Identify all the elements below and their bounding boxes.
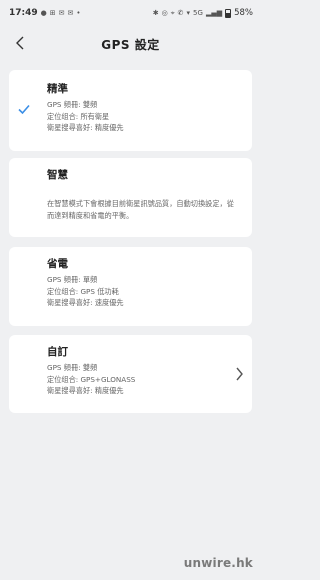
status-bar-left: 17:49 ● ⊞ ✉ ✉ • <box>9 8 81 18</box>
wifi-icon: ▾ <box>186 9 191 17</box>
back-button[interactable] <box>10 33 30 53</box>
option-detail-line: 定位组合: 所有衛星 <box>47 111 110 121</box>
status-bar: 17:49 ● ⊞ ✉ ✉ • ✱ ◎ ⌖ ✆ ▾ 5G ▂▄▆ 58% <box>0 0 261 26</box>
chevron-left-icon <box>16 36 24 50</box>
option-details: GPS 頻冊: 雙頻 定位组合: GPS+GLONASS 衛星搜尋喜好: 精度優… <box>47 362 135 397</box>
app-header: GPS 設定 <box>0 26 261 62</box>
option-description: 在智慧模式下會根據目前衛星訊號品質，自動切換設定，從而達到精度和省電的平衡。 <box>47 199 234 220</box>
app-icon: ⊞ <box>49 9 56 17</box>
page-title: GPS 設定 <box>101 37 160 52</box>
option-title: 自訂 <box>47 346 68 358</box>
mail-icon: ✉ <box>67 9 74 17</box>
option-detail-line: GPS 頻冊: 雙頻 <box>47 363 98 372</box>
mail-icon: ✉ <box>58 9 65 17</box>
option-card-custom[interactable]: 自訂 GPS 頻冊: 雙頻 定位组合: GPS+GLONASS 衛星搜尋喜好: … <box>9 335 252 413</box>
option-card-precise[interactable]: 精準 GPS 頻冊: 雙頻 定位组合: 所有衛星 衛星搜尋喜好: 精度優先 <box>9 70 252 151</box>
status-bar-right: ✱ ◎ ⌖ ✆ ▾ 5G ▂▄▆ 58% <box>153 8 253 18</box>
battery-icon <box>225 8 232 18</box>
option-details: GPS 頻冊: 單頻 定位组合: GPS 低功耗 衛星搜尋喜好: 速度優先 <box>47 274 124 309</box>
call-icon: ✆ <box>177 9 184 17</box>
option-detail-line: GPS 頻冊: 單頻 <box>47 275 98 284</box>
option-card-smart[interactable]: 智慧 在智慧模式下會根據目前衛星訊號品質，自動切換設定，從而達到精度和省電的平衡… <box>9 158 252 237</box>
option-detail-line: 定位组合: GPS+GLONASS <box>47 374 136 384</box>
location-icon: ⌖ <box>170 8 175 17</box>
dot-icon: • <box>76 9 81 17</box>
nfc-icon: ✱ <box>152 9 159 17</box>
option-card-power-saving[interactable]: 省電 GPS 頻冊: 單頻 定位组合: GPS 低功耗 衛星搜尋喜好: 速度優先 <box>9 247 252 326</box>
signal-icon: ▂▄▆ <box>205 9 223 17</box>
option-details: GPS 頻冊: 雙頻 定位组合: 所有衛星 衛星搜尋喜好: 精度優先 <box>47 99 124 134</box>
notification-icon: ● <box>40 9 47 17</box>
option-detail-line: 衛星搜尋喜好: 速度優先 <box>47 298 124 307</box>
option-detail-line: 定位组合: GPS 低功耗 <box>47 286 119 296</box>
watermark: unwire.hk <box>183 556 253 570</box>
check-icon <box>18 104 30 115</box>
network-type-label: 5G <box>193 9 203 17</box>
status-time: 17:49 <box>9 8 38 18</box>
battery-percent: 58% <box>234 8 253 18</box>
option-title: 省電 <box>47 258 68 270</box>
option-detail-line: 衛星搜尋喜好: 精度優先 <box>47 386 124 395</box>
option-detail-line: 衛星搜尋喜好: 精度優先 <box>47 123 124 132</box>
mute-icon: ◎ <box>161 9 168 17</box>
option-title: 智慧 <box>47 169 68 181</box>
option-detail-line: GPS 頻冊: 雙頻 <box>47 100 98 109</box>
option-title: 精準 <box>47 83 68 95</box>
chevron-right-icon <box>236 367 243 381</box>
